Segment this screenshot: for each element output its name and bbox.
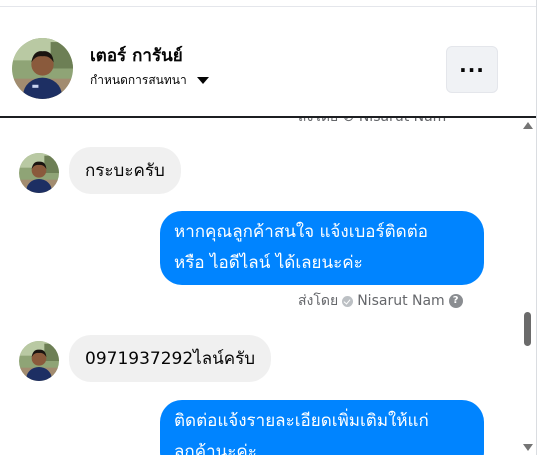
clipped-sender-meta: ส่งโดย ⊘ Nisarut Nam bbox=[298, 118, 446, 128]
avatar-photo bbox=[12, 38, 73, 99]
message-thread: ส่งโดย ⊘ Nisarut Nam กระบะครับ หากคุณลูก… bbox=[0, 118, 537, 455]
message-line: ลูกค้านะค่ะ bbox=[174, 442, 257, 455]
sent-by-label: ส่งโดย bbox=[298, 293, 339, 309]
contact-name[interactable]: เตอร์ การันย์ bbox=[90, 42, 183, 69]
message-line: ติดต่อแจ้งรายละเอียดเพิ่มเติมให้แก่ bbox=[174, 411, 429, 431]
panel-border bbox=[536, 0, 537, 455]
more-icon: ··· bbox=[459, 57, 485, 82]
avatar-photo bbox=[19, 341, 59, 381]
incoming-message[interactable]: 0971937292ไลน์ครับ bbox=[69, 335, 272, 382]
outgoing-message[interactable]: ติดต่อแจ้งรายละเอียดเพิ่มเติมให้แก่ ลูกค… bbox=[160, 400, 484, 455]
sent-by-row: ส่งโดย Nisarut Nam ? bbox=[298, 290, 463, 312]
conversation-settings-label: กำหนดการสนทนา bbox=[90, 73, 187, 87]
chat-scrollbar[interactable] bbox=[518, 118, 536, 455]
conversation-header: เตอร์ การันย์ กำหนดการสนทนา ··· bbox=[0, 7, 537, 117]
scroll-down-icon[interactable] bbox=[523, 444, 533, 451]
sender-avatar[interactable] bbox=[19, 341, 59, 381]
sent-by-name: Nisarut Nam bbox=[357, 293, 445, 309]
verified-check-icon bbox=[342, 295, 354, 307]
help-icon[interactable]: ? bbox=[448, 294, 463, 308]
contact-avatar[interactable] bbox=[12, 38, 73, 99]
message-line: หรือ ไอดีไลน์ ได้เลยนะค่ะ bbox=[174, 253, 363, 273]
scroll-up-icon[interactable] bbox=[523, 122, 533, 129]
scroll-thumb[interactable] bbox=[524, 312, 531, 346]
outgoing-message[interactable]: หากคุณลูกค้าสนใจ แจ้งเบอร์ติดต่อ หรือ ไอ… bbox=[160, 211, 484, 285]
more-options-button[interactable]: ··· bbox=[446, 46, 498, 93]
message-line: หากคุณลูกค้าสนใจ แจ้งเบอร์ติดต่อ bbox=[174, 222, 428, 242]
chevron-down-icon bbox=[196, 77, 209, 84]
incoming-message[interactable]: กระบะครับ bbox=[69, 147, 181, 194]
avatar-photo bbox=[19, 153, 59, 193]
conversation-settings-dropdown[interactable]: กำหนดการสนทนา bbox=[90, 71, 209, 90]
sender-avatar[interactable] bbox=[19, 153, 59, 193]
